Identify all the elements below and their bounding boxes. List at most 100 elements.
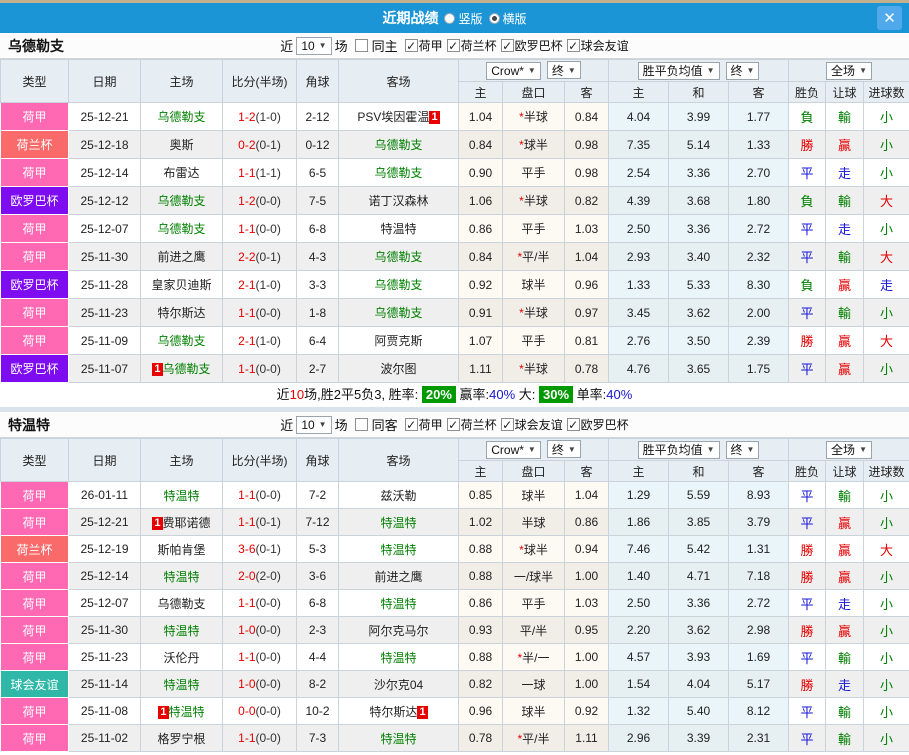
checkbox-icon[interactable]: ✓ [405, 418, 418, 431]
team-label: 乌德勒支 [163, 362, 211, 376]
result-cell: 贏 [826, 131, 864, 159]
team-label: 沙尔克04 [374, 678, 423, 692]
match-count-select[interactable]: 10 ▼ [296, 37, 331, 55]
mean-odds-cell: 3.99 [669, 103, 729, 131]
team-cell: 1乌德勒支 [141, 355, 223, 383]
checkbox-icon[interactable]: ✓ [501, 418, 514, 431]
league-filters: ✓荷甲✓荷兰杯✓欧罗巴杯✓球会友谊 [401, 37, 629, 54]
rate-badge: 20% [422, 386, 456, 403]
league-filter-荷甲[interactable]: ✓荷甲 [401, 416, 443, 433]
mean-odds-cell: 3.79 [729, 509, 789, 536]
team-label: 乌德勒支 [374, 306, 422, 320]
mean-odds-cell: 2.96 [609, 725, 669, 752]
league-filter-球会友谊[interactable]: ✓球会友谊 [497, 416, 563, 433]
result-cell: 勝 [789, 131, 826, 159]
result-cell: 平 [789, 355, 826, 383]
dropdown-全场[interactable]: 全场▼ [826, 62, 872, 80]
same-venue-checkbox[interactable] [355, 39, 368, 52]
dropdown-Crow*[interactable]: Crow*▼ [486, 441, 541, 459]
close-button[interactable]: ✕ [877, 6, 902, 30]
mean-odds-cell: 2.70 [729, 159, 789, 187]
chevron-down-icon: ▼ [747, 445, 755, 454]
table-row: 荷甲25-11-30特温特1-0(0-0)2-3阿尔克马尔0.93平/半0.95… [1, 617, 909, 644]
mean-odds-cell: 4.71 [669, 563, 729, 590]
card-badge: 1 [417, 706, 427, 719]
mean-odds-cell: 3.62 [669, 299, 729, 327]
league-filter-荷甲[interactable]: ✓荷甲 [401, 37, 443, 54]
corner-cell: 7-3 [297, 725, 339, 752]
odds-cell: 0.86 [459, 215, 503, 243]
mean-odds-cell: 2.31 [729, 725, 789, 752]
dropdown-全场[interactable]: 全场▼ [826, 441, 872, 459]
dropdown-胜平负均值[interactable]: 胜平负均值▼ [638, 441, 720, 459]
section-header: 乌德勒支 近 10 ▼ 场 同主 ✓荷甲✓荷兰杯✓欧罗巴杯✓球会友谊 [0, 33, 909, 59]
fulltime-score: 1-1 [238, 222, 255, 236]
mean-odds-cell: 5.59 [669, 482, 729, 509]
league-cell: 荷甲 [1, 563, 69, 590]
dropdown-label: 全场 [831, 441, 855, 458]
league-cell: 荷甲 [1, 590, 69, 617]
score-cell: 0-2(0-1) [223, 131, 297, 159]
star-mark: * [519, 138, 524, 152]
league-filter-荷兰杯[interactable]: ✓荷兰杯 [443, 416, 497, 433]
odds-cell: 0.90 [459, 159, 503, 187]
team-cell: 乌德勒支 [339, 159, 459, 187]
team-cell: 波尔图 [339, 355, 459, 383]
league-filter-欧罗巴杯[interactable]: ✓欧罗巴杯 [497, 37, 563, 54]
team-cell: 特温特 [141, 617, 223, 644]
checkbox-icon[interactable]: ✓ [567, 39, 580, 52]
date-cell: 25-11-30 [69, 617, 141, 644]
halftime-score: (0-1) [256, 138, 281, 152]
result-cell: 贏 [826, 509, 864, 536]
chevron-down-icon: ▼ [319, 41, 327, 50]
team-cell: 特温特 [339, 590, 459, 617]
handicap-cell: *平/半 [503, 243, 565, 271]
team-cell: 1特温特 [141, 698, 223, 725]
dropdown-终[interactable]: 终▼ [547, 440, 581, 458]
corner-cell: 1-8 [297, 299, 339, 327]
radio-icon-vertical[interactable] [444, 13, 455, 24]
dropdown-终[interactable]: 终▼ [726, 62, 760, 80]
result-cell: 大 [864, 243, 909, 271]
result-cell: 輸 [826, 299, 864, 327]
checkbox-icon[interactable]: ✓ [405, 39, 418, 52]
layout-option-horizontal[interactable]: 横版 [489, 10, 527, 27]
radio-icon-horizontal[interactable] [489, 13, 500, 24]
dropdown-胜平负均值[interactable]: 胜平负均值▼ [638, 62, 720, 80]
checkbox-icon[interactable]: ✓ [447, 39, 460, 52]
league-filter-label: 欧罗巴杯 [515, 37, 563, 54]
dropdown-终[interactable]: 终▼ [726, 441, 760, 459]
checkbox-icon[interactable]: ✓ [447, 418, 460, 431]
layout-option-vertical[interactable]: 竖版 [444, 10, 482, 27]
team-label: 特尔斯达 [369, 705, 417, 719]
handicap-cell: 平/半 [503, 617, 565, 644]
summary-text: 大: [515, 387, 539, 402]
date-cell: 25-11-08 [69, 698, 141, 725]
mean-odds-cell: 1.77 [729, 103, 789, 131]
team-cell: 特温特 [141, 482, 223, 509]
team-cell: 奥斯 [141, 131, 223, 159]
result-cell: 平 [789, 482, 826, 509]
result-cell: 走 [826, 215, 864, 243]
header-select-group: 全场▼ [789, 439, 909, 461]
mean-odds-cell: 2.20 [609, 617, 669, 644]
score-cell: 1-2(0-0) [223, 187, 297, 215]
date-cell: 25-11-23 [69, 299, 141, 327]
match-count-select[interactable]: 10 ▼ [296, 416, 331, 434]
team-cell: 布雷达 [141, 159, 223, 187]
same-venue-checkbox[interactable] [355, 418, 368, 431]
mean-odds-cell: 2.54 [609, 159, 669, 187]
checkbox-icon[interactable]: ✓ [501, 39, 514, 52]
date-cell: 25-12-21 [69, 103, 141, 131]
mean-odds-cell: 4.04 [669, 671, 729, 698]
dropdown-终[interactable]: 终▼ [547, 61, 581, 79]
dropdown-Crow*[interactable]: Crow*▼ [486, 62, 541, 80]
checkbox-icon[interactable]: ✓ [567, 418, 580, 431]
team-label: 布雷达 [163, 166, 199, 180]
table-row: 荷甲25-11-23特尔斯达1-1(0-0)1-8乌德勒支0.91*半球0.97… [1, 299, 909, 327]
league-filter-荷兰杯[interactable]: ✓荷兰杯 [443, 37, 497, 54]
league-filter-球会友谊[interactable]: ✓球会友谊 [563, 37, 629, 54]
league-filter-欧罗巴杯[interactable]: ✓欧罗巴杯 [563, 416, 629, 433]
star-mark: * [519, 543, 524, 557]
team-cell: 特温特 [339, 644, 459, 671]
